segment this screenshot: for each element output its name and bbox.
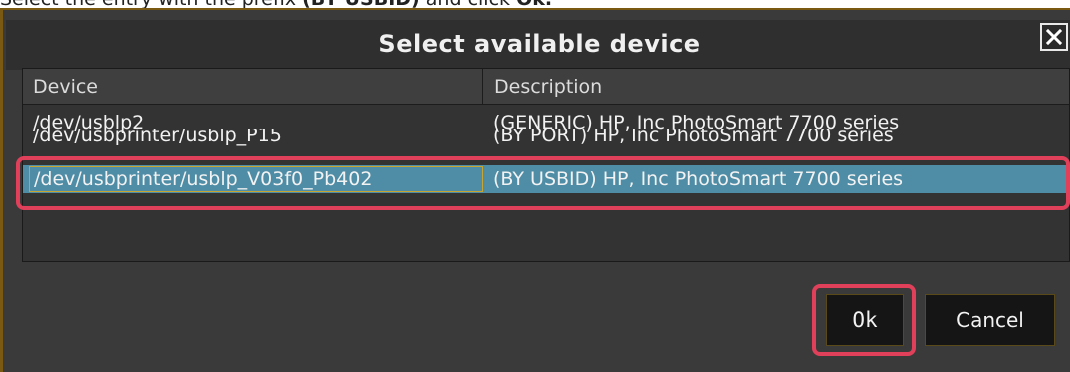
dialog-title: Select available device bbox=[378, 30, 701, 58]
column-header-device[interactable]: Device bbox=[23, 69, 483, 105]
close-icon bbox=[1045, 28, 1063, 46]
selected-row-annotation bbox=[16, 156, 1070, 210]
ok-button-annotation bbox=[812, 284, 916, 356]
column-header-description[interactable]: Description bbox=[484, 69, 1070, 105]
cancel-button[interactable]: Cancel bbox=[925, 294, 1055, 346]
description-cell: (BY PORT) HP, Inc PhotoSmart 7700 series bbox=[493, 129, 894, 146]
close-button[interactable] bbox=[1040, 23, 1068, 51]
device-cell: /dev/usbprinter/usblp_P15 bbox=[33, 129, 282, 146]
dialog-titlebar: Select available device bbox=[6, 20, 1070, 70]
list-item[interactable]: /dev/usbprinter/usblp_P15 (BY PORT) HP, … bbox=[23, 129, 1069, 147]
list-header: Device Description bbox=[23, 69, 1069, 105]
